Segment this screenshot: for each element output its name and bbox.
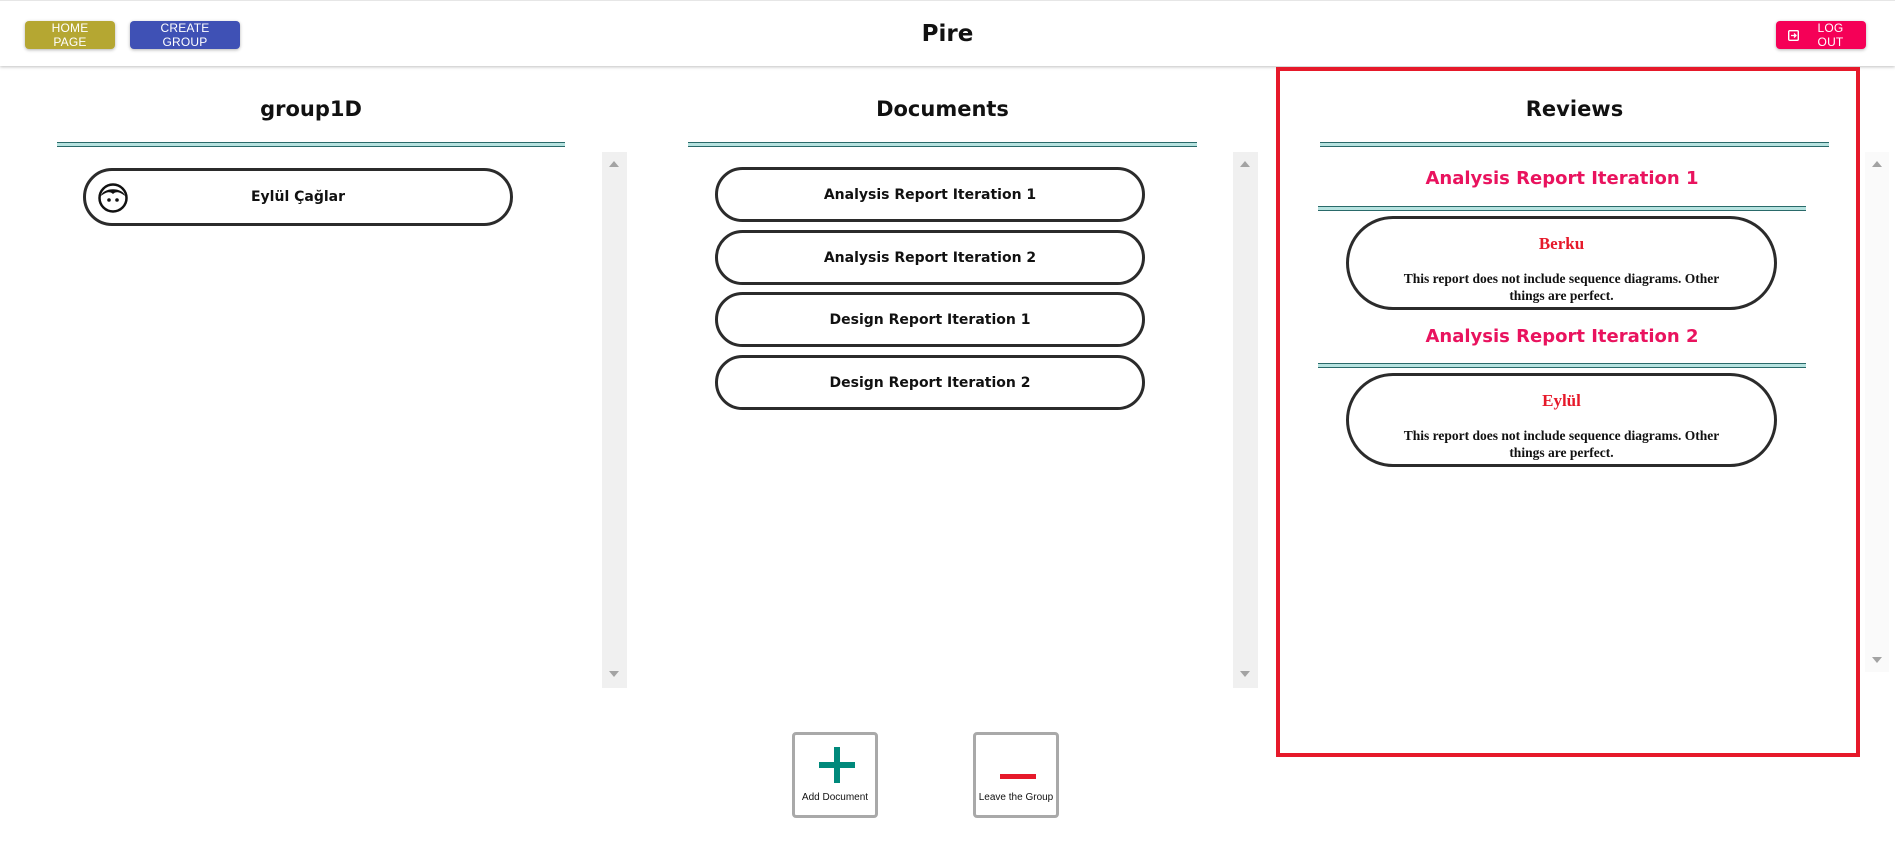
group-title-divider (57, 142, 565, 147)
add-document-label: Add Document (801, 792, 869, 803)
leave-group-label: Leave the Group (978, 792, 1054, 803)
logout-button[interactable]: LOG OUT (1776, 21, 1866, 49)
logout-label: LOG OUT (1817, 21, 1844, 49)
scroll-down-arrow-icon[interactable] (1240, 671, 1250, 677)
group-title: group1D (260, 97, 362, 121)
document-item[interactable]: Design Report Iteration 2 (715, 355, 1145, 410)
review-text: This report does not include sequence di… (1403, 428, 1720, 460)
app-header: HOME PAGE CREATE GROUP Pire LOG OUT (0, 0, 1895, 66)
logout-icon (1787, 29, 1800, 41)
review-section-divider (1318, 363, 1806, 368)
review-card[interactable]: Berku This report does not include seque… (1346, 216, 1777, 310)
reviewer-name: Berku (1538, 234, 1585, 253)
reviews-title-divider (1320, 142, 1829, 147)
scroll-down-arrow-icon[interactable] (1872, 657, 1882, 663)
member-name: Eylül Çağlar (250, 189, 346, 205)
documents-title-divider (688, 142, 1197, 147)
scroll-up-arrow-icon[interactable] (1240, 161, 1250, 167)
reviewer-name: Eylül (1542, 391, 1581, 410)
review-card[interactable]: Eylül This report does not include seque… (1346, 373, 1777, 467)
page-scrollbar[interactable] (1865, 152, 1889, 672)
add-document-button[interactable]: Add Document (792, 732, 878, 818)
reviews-title: Reviews (1525, 97, 1624, 121)
plus-icon (819, 747, 855, 787)
scroll-up-arrow-icon[interactable] (609, 161, 619, 167)
leave-group-button[interactable]: Leave the Group (973, 732, 1059, 818)
scroll-down-arrow-icon[interactable] (609, 671, 619, 677)
app-title: Pire (921, 21, 974, 47)
documents-scrollbar[interactable] (1233, 152, 1258, 688)
member-item[interactable]: Eylül Çağlar (83, 168, 513, 226)
documents-title: Documents (876, 97, 1009, 121)
person-face-icon (98, 183, 128, 213)
minus-icon (1000, 765, 1036, 784)
review-document-heading: Analysis Report Iteration 1 (1425, 168, 1699, 189)
review-text: This report does not include sequence di… (1403, 271, 1720, 303)
document-item[interactable]: Analysis Report Iteration 1 (715, 167, 1145, 222)
review-document-heading: Analysis Report Iteration 2 (1425, 326, 1699, 347)
document-item[interactable]: Analysis Report Iteration 2 (715, 230, 1145, 285)
scroll-up-arrow-icon[interactable] (1872, 161, 1882, 167)
review-section-divider (1318, 206, 1806, 211)
document-item[interactable]: Design Report Iteration 1 (715, 292, 1145, 347)
members-scrollbar[interactable] (602, 152, 627, 688)
